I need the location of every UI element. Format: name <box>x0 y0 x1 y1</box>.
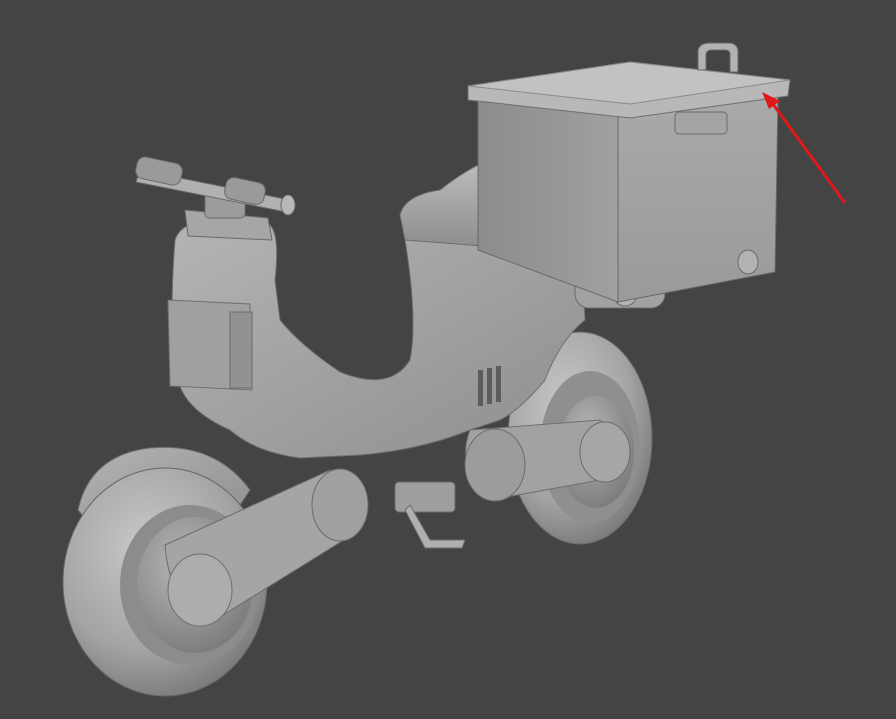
cargo-box[interactable] <box>467 42 791 303</box>
kickstand-pedal[interactable] <box>394 481 466 549</box>
cargo-box-handle <box>697 42 739 73</box>
scene-render <box>62 42 847 697</box>
3d-viewport[interactable] <box>0 0 896 719</box>
cargo-box-latch <box>674 111 728 135</box>
front-fairing[interactable] <box>167 299 253 391</box>
body-vents <box>478 366 501 406</box>
